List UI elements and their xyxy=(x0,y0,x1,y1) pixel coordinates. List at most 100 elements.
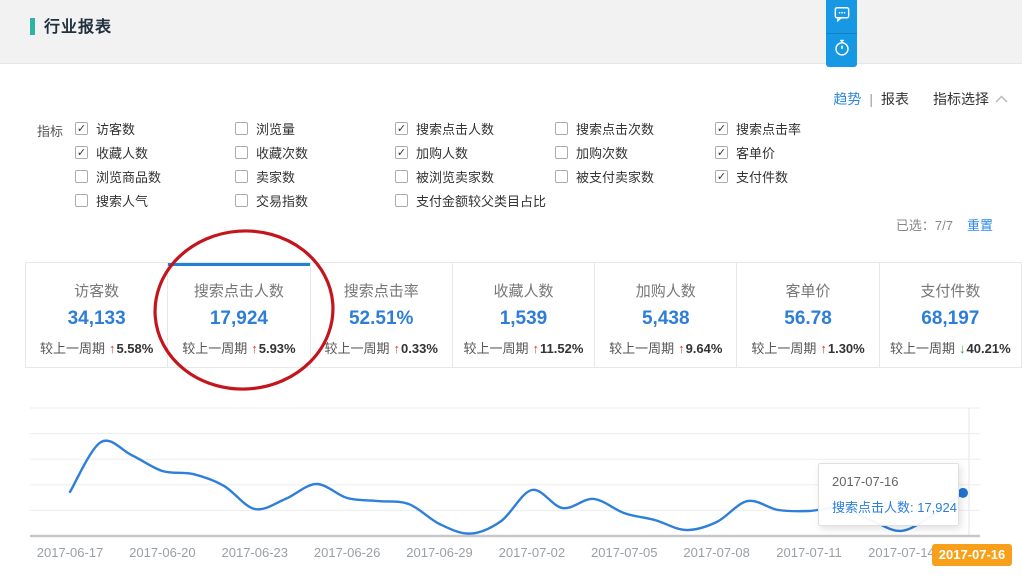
indicator-checkbox-item[interactable]: 搜索点击次数 xyxy=(555,119,654,137)
checkbox-unchecked-icon[interactable] xyxy=(235,194,248,207)
metric-card-tab[interactable]: 搜索点击率52.51%较上一周期↑0.33% xyxy=(310,263,452,367)
indicator-checkbox-item[interactable]: 卖家数 xyxy=(235,167,295,185)
metric-cards-row: 访客数34,133较上一周期↑5.58%搜索点击人数17,924较上一周期↑5.… xyxy=(25,262,1022,368)
checkbox-checked-icon[interactable] xyxy=(395,122,408,135)
metric-card-tab[interactable]: 收藏人数1,539较上一周期↑11.52% xyxy=(452,263,594,367)
arrow-up-icon: ↑ xyxy=(251,341,258,356)
metric-card-change: 较上一周期↑5.58% xyxy=(26,338,167,357)
indicator-checkbox-label: 加购人数 xyxy=(416,143,468,162)
checkbox-unchecked-icon[interactable] xyxy=(235,146,248,159)
x-axis-tick-label: 2017-06-29 xyxy=(395,545,485,560)
indicator-checkbox-item[interactable]: 支付金额较父类目占比 xyxy=(395,191,546,209)
chart-tooltip: 2017-07-16 搜索点击人数: 17,924 xyxy=(818,463,959,526)
checkbox-checked-icon[interactable] xyxy=(715,170,728,183)
checkbox-checked-icon[interactable] xyxy=(715,122,728,135)
indicator-checkbox-item[interactable]: 访客数 xyxy=(75,119,135,137)
indicator-checkbox-item[interactable]: 搜索点击人数 xyxy=(395,119,494,137)
checkbox-unchecked-icon[interactable] xyxy=(555,122,568,135)
feedback-button[interactable] xyxy=(826,0,857,34)
checkbox-unchecked-icon[interactable] xyxy=(555,146,568,159)
indicator-select-label: 指标选择 xyxy=(933,89,989,109)
change-percent: 40.21% xyxy=(967,341,1011,356)
change-percent: 1.30% xyxy=(828,341,865,356)
change-percent: 0.33% xyxy=(401,341,438,356)
selected-date-badge: 2017-07-16 xyxy=(932,544,1012,566)
indicator-checkbox-item[interactable]: 被支付卖家数 xyxy=(555,167,654,185)
indicator-checkbox-label: 被支付卖家数 xyxy=(576,167,654,186)
checkbox-checked-icon[interactable] xyxy=(75,122,88,135)
compare-period-label: 较上一周期 xyxy=(464,341,529,356)
indicator-checkbox-item[interactable]: 交易指数 xyxy=(235,191,308,209)
metric-card-tab[interactable]: 加购人数5,438较上一周期↑9.64% xyxy=(594,263,736,367)
tab-trend[interactable]: 趋势 xyxy=(833,89,861,109)
history-button[interactable] xyxy=(826,34,857,67)
change-percent: 11.52% xyxy=(540,341,583,356)
indicator-checkbox-label: 收藏次数 xyxy=(256,143,308,162)
metric-card-tab[interactable]: 支付件数68,197较上一周期↓40.21% xyxy=(879,263,1021,367)
metric-card-change: 较上一周期↓40.21% xyxy=(880,338,1021,357)
tab-report[interactable]: 报表 xyxy=(881,89,909,109)
indicator-select-toggle[interactable]: 指标选择 xyxy=(933,89,1008,109)
metric-card-title: 搜索点击人数 xyxy=(168,280,309,301)
indicator-checkbox-label: 被浏览卖家数 xyxy=(416,167,494,186)
indicator-checkbox-item[interactable]: 加购次数 xyxy=(555,143,628,161)
page-header: 行业报表 xyxy=(0,0,1022,64)
x-axis-tick-label: 2017-06-17 xyxy=(25,545,115,560)
checkbox-unchecked-icon[interactable] xyxy=(75,170,88,183)
compare-period-label: 较上一周期 xyxy=(751,341,816,356)
x-axis-tick-label: 2017-07-02 xyxy=(487,545,577,560)
x-axis-tick-label: 2017-06-23 xyxy=(210,545,300,560)
metric-card-tab[interactable]: 访客数34,133较上一周期↑5.58% xyxy=(26,263,167,367)
metric-card-value: 34,133 xyxy=(26,308,167,330)
reset-link[interactable]: 重置 xyxy=(967,215,993,234)
indicator-checkbox-item[interactable]: 被浏览卖家数 xyxy=(395,167,494,185)
compare-period-label: 较上一周期 xyxy=(40,341,105,356)
x-axis-tick-label: 2017-06-26 xyxy=(302,545,392,560)
indicator-checkbox-item[interactable]: 支付件数 xyxy=(715,167,788,185)
checkbox-unchecked-icon[interactable] xyxy=(235,122,248,135)
compare-period-label: 较上一周期 xyxy=(325,341,390,356)
metric-card-selected[interactable]: 搜索点击人数17,924较上一周期↑5.93% xyxy=(167,263,309,367)
title-accent-bar xyxy=(30,18,35,35)
indicator-checkbox-item[interactable]: 浏览量 xyxy=(235,119,295,137)
view-switch-divider: | xyxy=(869,91,873,107)
indicator-checkbox-label: 支付件数 xyxy=(736,167,788,186)
indicator-checkbox-item[interactable]: 客单价 xyxy=(715,143,775,161)
metric-card-tab[interactable]: 客单价56.78较上一周期↑1.30% xyxy=(736,263,878,367)
metric-card-title: 加购人数 xyxy=(595,280,736,301)
indicator-checkbox-item[interactable]: 加购人数 xyxy=(395,143,468,161)
arrow-up-icon: ↑ xyxy=(820,341,827,356)
highlighted-data-point[interactable] xyxy=(958,488,968,498)
chevron-up-icon xyxy=(995,95,1008,103)
indicator-checkbox-item[interactable]: 搜索点击率 xyxy=(715,119,801,137)
change-percent: 5.93% xyxy=(259,341,296,356)
x-axis-tick-label: 2017-06-20 xyxy=(117,545,207,560)
compare-period-label: 较上一周期 xyxy=(609,341,674,356)
arrow-up-icon: ↑ xyxy=(394,341,401,356)
indicator-checkbox-item[interactable]: 浏览商品数 xyxy=(75,167,161,185)
checkbox-checked-icon[interactable] xyxy=(75,146,88,159)
checkbox-unchecked-icon[interactable] xyxy=(395,194,408,207)
indicator-checkbox-label: 浏览商品数 xyxy=(96,167,161,186)
metric-card-value: 1,539 xyxy=(453,308,594,330)
indicator-checkbox-label: 交易指数 xyxy=(256,191,308,210)
arrow-up-icon: ↑ xyxy=(678,341,685,356)
arrow-up-icon: ↑ xyxy=(533,341,540,356)
checkbox-unchecked-icon[interactable] xyxy=(235,170,248,183)
filter-label: 指标 xyxy=(37,121,63,140)
indicator-checkbox-item[interactable]: 搜索人气 xyxy=(75,191,148,209)
metric-card-change: 较上一周期↑9.64% xyxy=(595,338,736,357)
checkbox-checked-icon[interactable] xyxy=(395,146,408,159)
metric-card-value: 5,438 xyxy=(595,308,736,330)
clock-icon xyxy=(832,38,852,63)
indicator-checkbox-item[interactable]: 收藏次数 xyxy=(235,143,308,161)
page-title: 行业报表 xyxy=(44,13,112,37)
checkbox-unchecked-icon[interactable] xyxy=(555,170,568,183)
indicator-checkbox-label: 加购次数 xyxy=(576,143,628,162)
checkbox-unchecked-icon[interactable] xyxy=(75,194,88,207)
checkbox-checked-icon[interactable] xyxy=(715,146,728,159)
x-axis-tick-label: 2017-07-08 xyxy=(672,545,762,560)
checkbox-unchecked-icon[interactable] xyxy=(395,170,408,183)
arrow-down-icon: ↓ xyxy=(959,341,966,356)
indicator-checkbox-item[interactable]: 收藏人数 xyxy=(75,143,148,161)
